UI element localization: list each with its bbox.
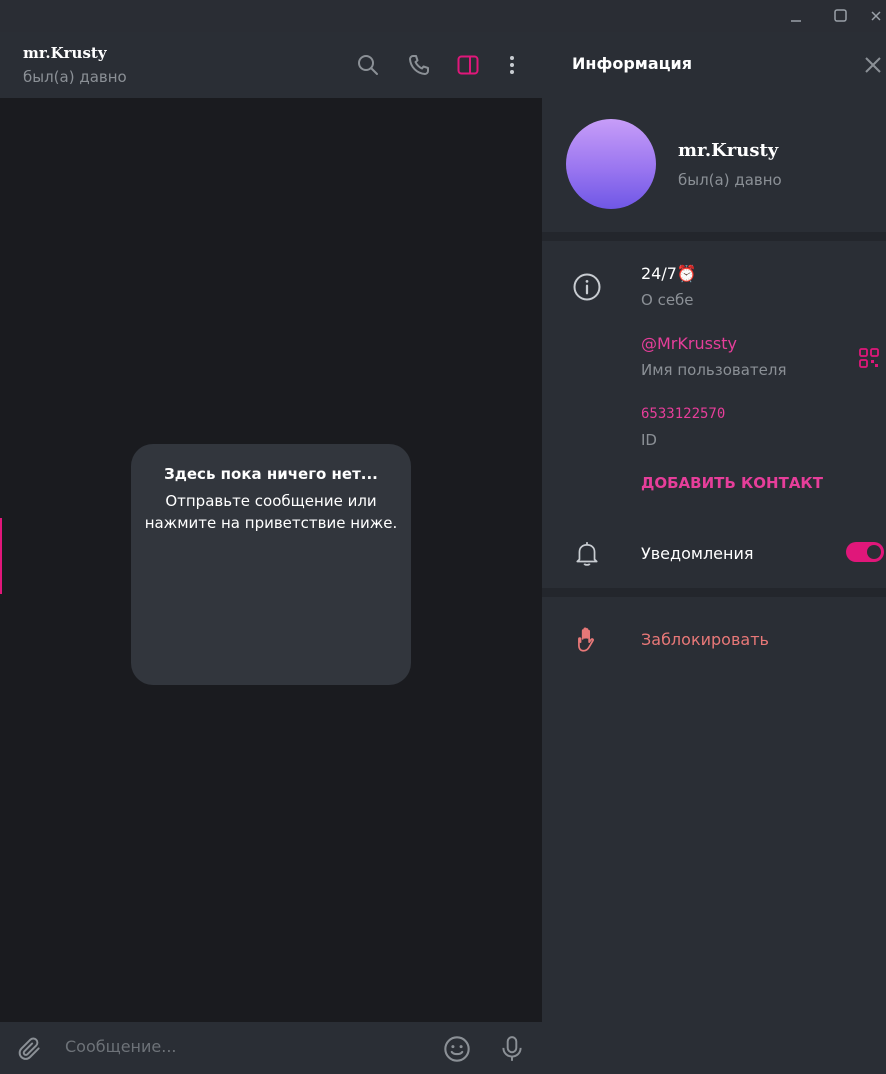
- section-divider: [542, 588, 886, 597]
- info-icon-wrap: [570, 270, 604, 304]
- window-close-icon: [871, 11, 881, 21]
- attach-button[interactable]: [15, 1034, 45, 1064]
- empty-chat-text: Отправьте сообщение или нажмите на приве…: [144, 492, 398, 532]
- minimize-icon: [791, 20, 801, 22]
- message-input[interactable]: Сообщение...: [65, 1037, 177, 1056]
- bell-icon: [576, 542, 598, 566]
- scroll-accent-bar: [0, 518, 2, 594]
- add-contact-button[interactable]: ДОБАВИТЬ КОНТАКТ: [641, 474, 823, 492]
- qr-code-button[interactable]: [852, 341, 886, 375]
- chat-status: был(а) давно: [23, 68, 127, 86]
- section-divider: [542, 232, 886, 241]
- attach-icon: [18, 1037, 40, 1060]
- minimize-button[interactable]: [776, 0, 816, 32]
- call-button[interactable]: [404, 50, 434, 80]
- block-user-button[interactable]: Заблокировать: [641, 630, 769, 649]
- search-icon: [358, 55, 378, 75]
- info-panel: Информация mr.Krusty был(а) давно 24/7⏰ …: [542, 32, 886, 1074]
- empty-chat-title: Здесь пока ничего нет...: [164, 465, 378, 483]
- profile-status: был(а) давно: [678, 171, 782, 189]
- bell-icon-wrap: [570, 537, 604, 571]
- window-close-button[interactable]: [866, 0, 886, 32]
- bio-label: О себе: [641, 291, 694, 309]
- bio-value: 24/7⏰: [641, 264, 697, 283]
- profile-name: mr.Krusty: [678, 140, 779, 161]
- voice-button[interactable]: [497, 1034, 527, 1064]
- close-info-button[interactable]: [860, 52, 886, 78]
- id-value[interactable]: 6533122570: [641, 406, 725, 422]
- empty-chat-card: Здесь пока ничего нет... Отправьте сообщ…: [131, 444, 411, 685]
- message-list[interactable]: Здесь пока ничего нет... Отправьте сообщ…: [0, 98, 542, 1022]
- qr-code-icon: [859, 348, 879, 368]
- emoji-button[interactable]: [442, 1034, 472, 1064]
- maximize-button[interactable]: [821, 0, 861, 32]
- search-button[interactable]: [353, 50, 383, 80]
- more-vertical-icon: [510, 56, 514, 74]
- username-value[interactable]: @MrKrussty: [641, 334, 737, 353]
- block-hand-icon-wrap: [570, 623, 604, 657]
- block-hand-icon: [578, 627, 594, 652]
- username-label: Имя пользователя: [641, 361, 787, 379]
- message-composer: Сообщение...: [0, 1022, 542, 1074]
- phone-icon: [409, 55, 429, 75]
- more-menu-button[interactable]: [497, 50, 527, 80]
- window-titlebar: [0, 0, 886, 32]
- maximize-icon: [834, 9, 847, 22]
- notifications-label: Уведомления: [641, 544, 754, 563]
- notifications-toggle[interactable]: [846, 542, 884, 562]
- toggle-info-panel-button[interactable]: [453, 50, 483, 80]
- chat-header: mr.Krusty был(а) давно: [0, 32, 542, 98]
- mic-icon: [502, 1036, 522, 1061]
- emoji-icon: [444, 1036, 470, 1062]
- avatar[interactable]: [566, 119, 656, 209]
- sidebar-toggle-icon: [457, 55, 479, 75]
- id-label: ID: [641, 431, 657, 449]
- info-panel-title: Информация: [572, 54, 692, 73]
- chat-title[interactable]: mr.Krusty: [23, 44, 107, 62]
- toggle-knob: [867, 545, 881, 559]
- info-icon: [573, 273, 601, 301]
- close-icon: [865, 57, 881, 73]
